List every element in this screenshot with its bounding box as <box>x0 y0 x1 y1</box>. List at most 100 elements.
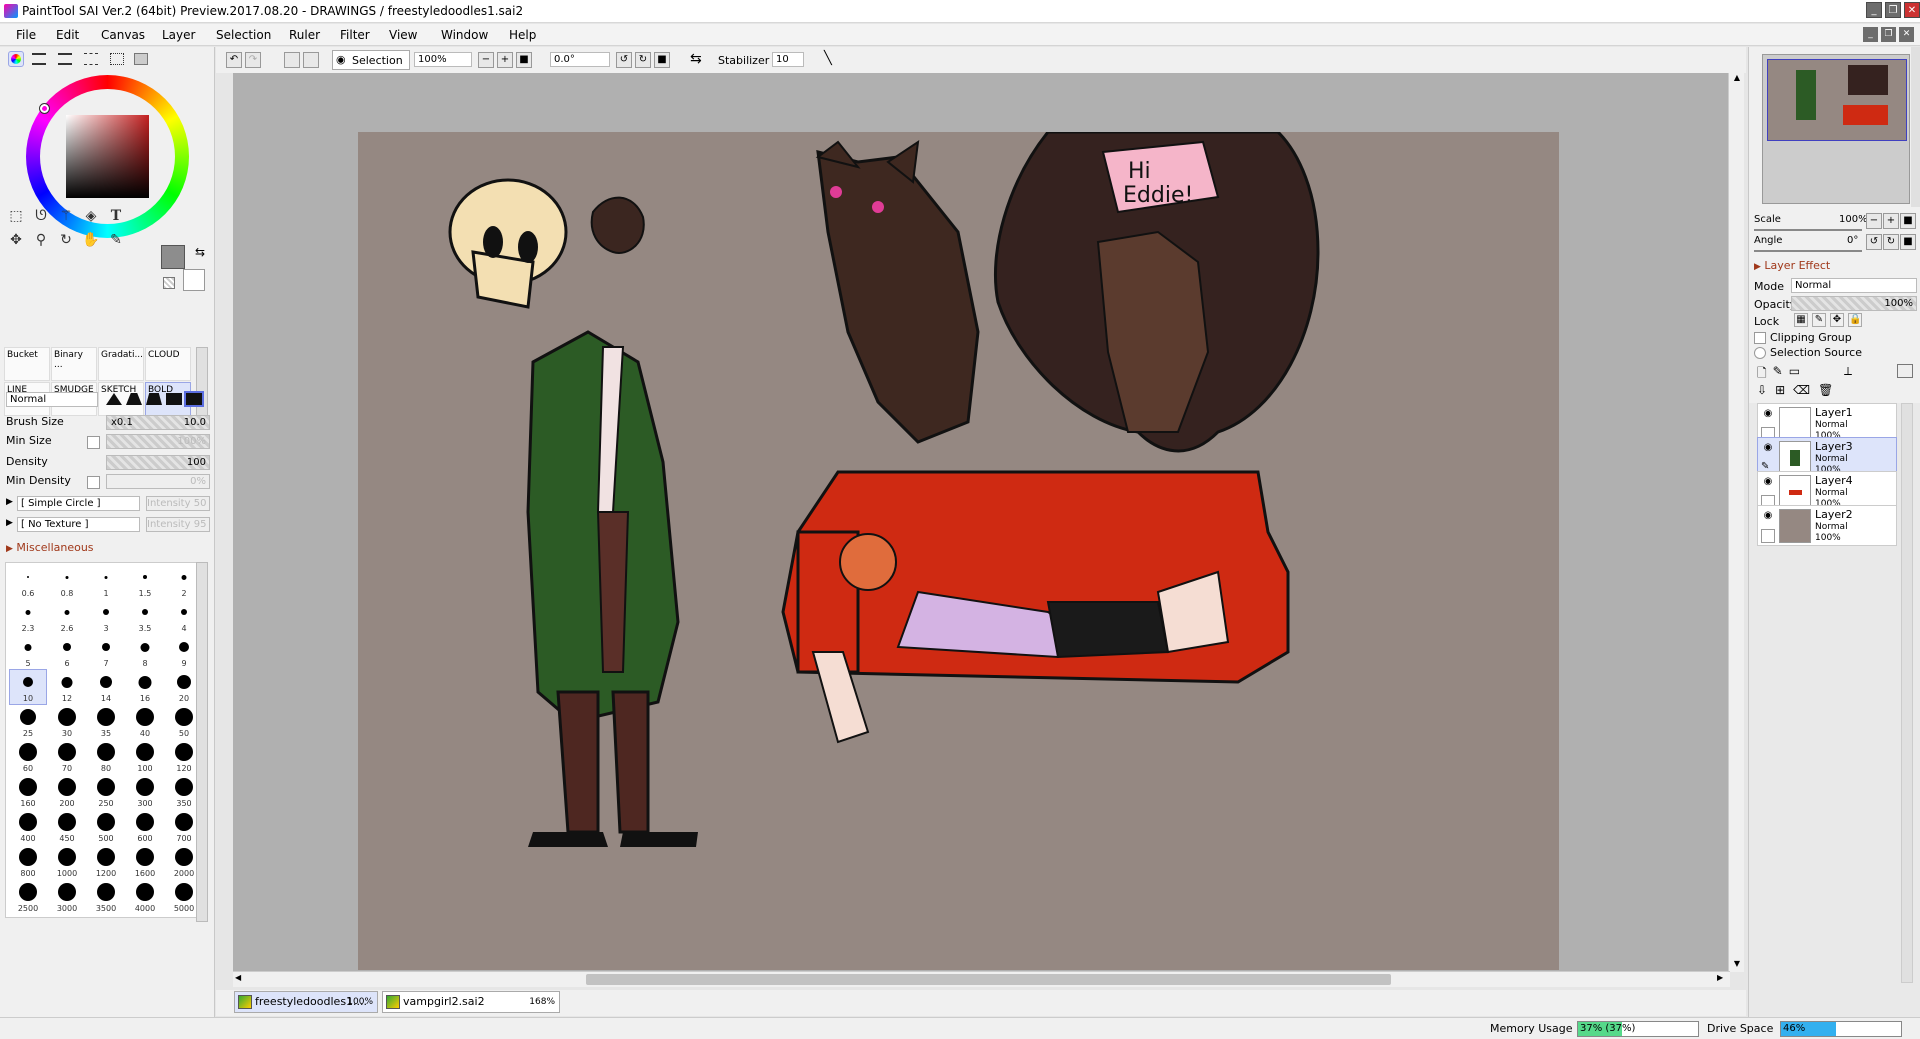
vertical-scrollbar[interactable]: ▲ ▼ <box>1728 73 1744 972</box>
visibility-eye-icon[interactable]: ◉ <box>1761 442 1775 456</box>
brush-size-preset[interactable]: 400 <box>10 810 46 844</box>
blend-mode-select[interactable]: Normal <box>6 392 98 407</box>
brush-size-preset[interactable]: 12 <box>49 670 85 704</box>
lock-paint-icon[interactable]: ✎ <box>1812 313 1826 327</box>
angle-slider[interactable] <box>1754 250 1862 252</box>
new-vector-layer-icon[interactable]: ✎ <box>1773 364 1783 385</box>
rgb-slider-tab[interactable] <box>32 53 46 65</box>
scroll-up-icon[interactable]: ▲ <box>1731 73 1743 85</box>
merge-down-icon[interactable]: ⇩ <box>1757 383 1767 397</box>
brush-size-preset[interactable]: 30 <box>49 705 85 739</box>
zoom-in-icon[interactable]: + <box>497 52 513 68</box>
shape-intensity-slider[interactable]: Intensity 50 <box>146 496 210 511</box>
brush-size-slider[interactable]: x0.1 10.0 <box>106 415 210 430</box>
angle-select[interactable]: 0.0° <box>550 52 610 67</box>
size-presets-scrollbar[interactable] <box>196 562 208 922</box>
scale-reset-icon[interactable]: ■ <box>1900 213 1916 229</box>
min-density-checkbox[interactable] <box>87 476 100 489</box>
tip-shape-1-icon[interactable] <box>106 393 122 405</box>
min-size-slider[interactable]: 100% <box>106 434 210 449</box>
new-folder-icon[interactable]: ▭ <box>1789 364 1800 385</box>
brush-size-preset[interactable]: 40 <box>127 705 163 739</box>
layer-transform-icon[interactable]: ⟂ <box>1844 364 1852 379</box>
menu-selection[interactable]: Selection <box>216 28 271 42</box>
maximize-button[interactable]: ❐ <box>1885 2 1901 18</box>
hsv-slider-tab[interactable] <box>58 53 72 65</box>
brush-size-preset[interactable]: 25 <box>10 705 46 739</box>
selection-source-radio[interactable] <box>1754 347 1766 359</box>
artwork-canvas[interactable]: Hi Eddie! <box>358 130 1559 970</box>
deselect-icon[interactable] <box>284 52 300 68</box>
brush-size-preset[interactable]: 1.5 <box>127 565 163 599</box>
swatches-tab[interactable] <box>110 53 124 65</box>
brush-size-preset[interactable]: 6 <box>49 635 85 669</box>
texture-intensity-slider[interactable]: Intensity 95 <box>146 517 210 532</box>
tip-shape-3-icon[interactable] <box>146 393 162 405</box>
brush-size-preset[interactable]: 0.8 <box>49 565 85 599</box>
doc-minimize-button[interactable]: _ <box>1863 27 1878 42</box>
scale-slider[interactable] <box>1754 229 1862 231</box>
brush-size-preset[interactable]: 160 <box>10 775 46 809</box>
brush-size-preset[interactable]: 200 <box>49 775 85 809</box>
redo-icon[interactable]: ↷ <box>245 52 261 68</box>
brush-size-preset[interactable]: 250 <box>88 775 124 809</box>
zoom-icon[interactable]: ⚲ <box>29 229 53 251</box>
visibility-eye-icon[interactable]: ◉ <box>1761 408 1775 422</box>
brush-size-preset[interactable]: 1000 <box>49 845 85 879</box>
brush-size-preset[interactable]: 3000 <box>49 880 85 914</box>
tip-shape-2-icon[interactable] <box>126 393 142 405</box>
angle-ccw-icon[interactable]: ↺ <box>1866 234 1882 250</box>
lock-transparency-icon[interactable]: ▦ <box>1794 313 1808 327</box>
brush-size-preset[interactable]: 1600 <box>127 845 163 879</box>
visibility-eye-icon[interactable]: ◉ <box>1761 510 1775 524</box>
hand-icon[interactable]: ✋ <box>79 229 103 251</box>
brush-size-preset[interactable]: 100 <box>127 740 163 774</box>
horizontal-scrollbar[interactable]: ◀ ▶ <box>233 971 1730 987</box>
rect-select-icon[interactable]: ⬚ <box>4 205 28 227</box>
brush-size-preset[interactable]: 16 <box>127 670 163 704</box>
min-size-checkbox[interactable] <box>87 436 100 449</box>
brush-size-preset[interactable]: 80 <box>88 740 124 774</box>
new-layer-icon[interactable]: 🗋 <box>1757 364 1767 385</box>
scratchpad-tab[interactable] <box>134 53 148 65</box>
shape-select-icon[interactable]: ◈ <box>79 205 103 227</box>
close-button[interactable]: ✕ <box>1904 2 1920 18</box>
brush-texture-select[interactable]: [ No Texture ] <box>17 517 140 532</box>
layer-effect-header[interactable]: ▶ Layer Effect <box>1754 259 1830 272</box>
swap-colors-icon[interactable]: ⇆ <box>195 245 205 259</box>
scroll-down-icon[interactable]: ▼ <box>1731 959 1743 971</box>
brush-gradation[interactable]: Gradati... <box>98 347 144 381</box>
zoom-select[interactable]: 100% <box>414 52 472 67</box>
menu-view[interactable]: View <box>389 28 417 42</box>
angle-cw-icon[interactable]: ↻ <box>1883 234 1899 250</box>
lasso-icon[interactable]: ᘎ <box>29 205 53 227</box>
brush-size-preset[interactable]: 8 <box>127 635 163 669</box>
straight-line-icon[interactable]: ╲ <box>824 51 832 66</box>
tab-vampgirl2[interactable]: vampgirl2.sai2 168% <box>382 991 560 1013</box>
menu-help[interactable]: Help <box>509 28 536 42</box>
menu-edit[interactable]: Edit <box>56 28 79 42</box>
rotate-ccw-icon[interactable]: ↺ <box>616 52 632 68</box>
menu-ruler[interactable]: Ruler <box>289 28 320 42</box>
scale-up-icon[interactable]: + <box>1883 213 1899 229</box>
navigator-scrollbar[interactable] <box>1911 47 1920 207</box>
brush-size-preset[interactable]: 70 <box>49 740 85 774</box>
text-tool-icon[interactable]: T <box>104 205 128 227</box>
brush-size-preset[interactable]: 2.3 <box>10 600 46 634</box>
brush-cloud[interactable]: CLOUD <box>145 347 191 381</box>
layer-lock-checkbox[interactable] <box>1761 529 1775 543</box>
rotate-reset-icon[interactable]: ■ <box>654 52 670 68</box>
magic-wand-icon[interactable]: ⚚ <box>54 205 78 227</box>
brush-size-preset[interactable]: 0.6 <box>10 565 46 599</box>
brush-shape-select[interactable]: [ Simple Circle ] <box>17 496 140 511</box>
brush-size-preset[interactable]: 14 <box>88 670 124 704</box>
visibility-eye-icon[interactable]: ◉ <box>1761 476 1775 490</box>
layer-item-layer2[interactable]: ◉ Layer2 Normal 100% <box>1757 505 1897 546</box>
duplicate-layer-icon[interactable]: ⊞ <box>1775 383 1785 397</box>
rotate-cw-icon[interactable]: ↻ <box>635 52 651 68</box>
brush-size-preset[interactable]: 3 <box>88 600 124 634</box>
tab-freestyledoodles[interactable]: freestyledoodles1.... 100% <box>234 991 378 1013</box>
clear-layer-icon[interactable]: ⌫ <box>1793 383 1810 397</box>
minimize-button[interactable]: _ <box>1866 2 1882 18</box>
brush-size-preset[interactable]: 800 <box>10 845 46 879</box>
